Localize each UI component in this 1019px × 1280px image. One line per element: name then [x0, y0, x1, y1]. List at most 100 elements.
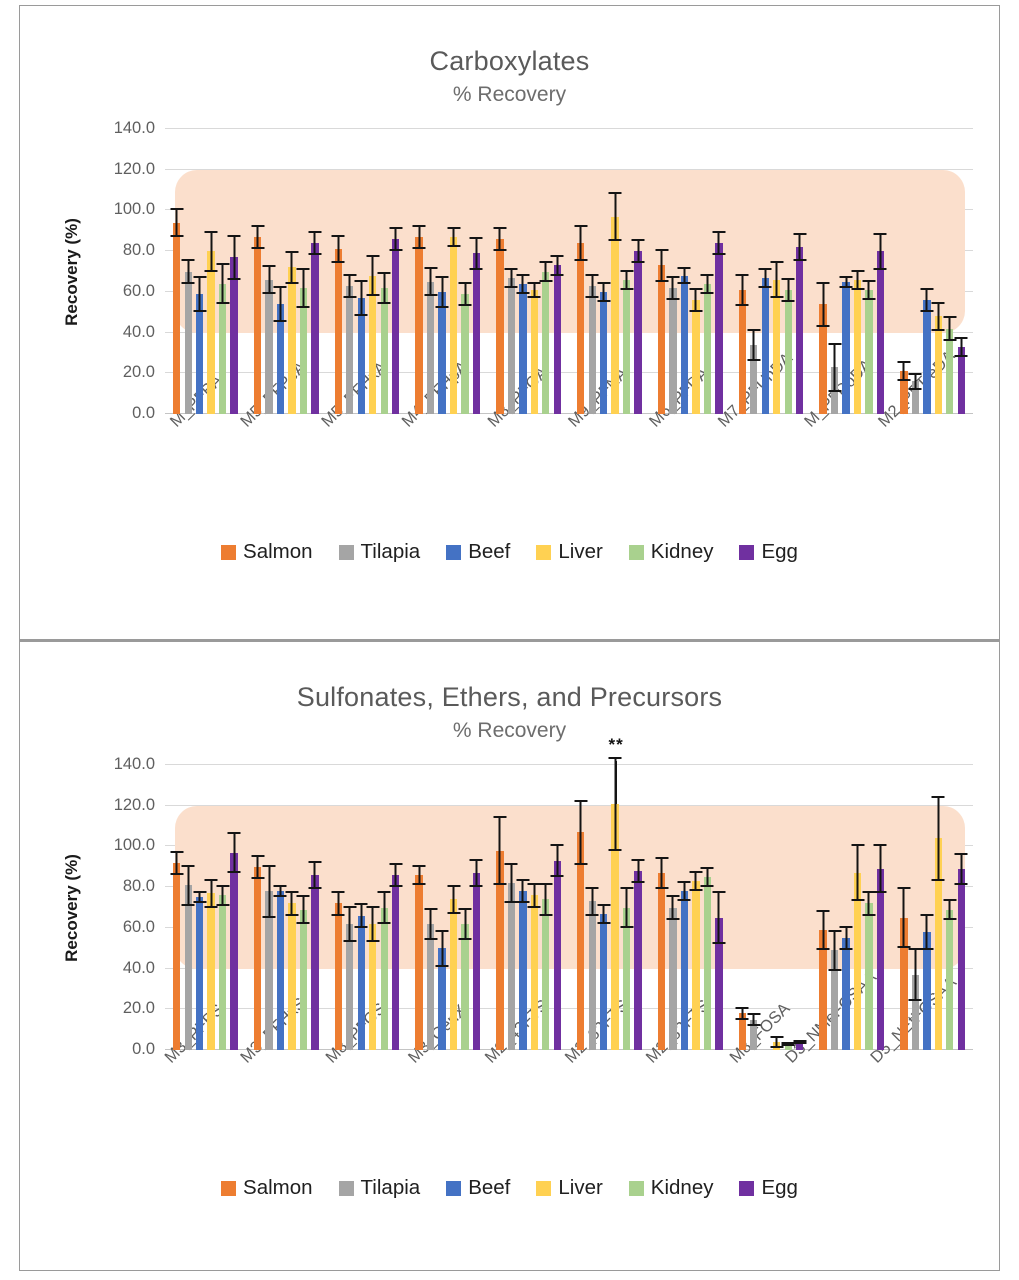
bar-liver[interactable]: [934, 316, 942, 415]
bar-salmon[interactable]: [334, 249, 342, 415]
bar-kidney[interactable]: [461, 293, 469, 415]
bar-tilapia[interactable]: [507, 277, 516, 415]
bar-liver[interactable]: [369, 923, 377, 1051]
bar-kidney[interactable]: [380, 287, 388, 415]
bar-beef[interactable]: [680, 891, 689, 1051]
bar-salmon[interactable]: [577, 832, 585, 1051]
bar-kidney[interactable]: [218, 895, 227, 1051]
bar-kidney[interactable]: [299, 909, 308, 1051]
bar-liver[interactable]: [692, 881, 700, 1051]
bar-egg[interactable]: [957, 346, 965, 415]
bar-liver[interactable]: [530, 895, 538, 1051]
bar-salmon[interactable]: [496, 850, 504, 1051]
bar-beef[interactable]: [761, 277, 769, 415]
bar-salmon[interactable]: [900, 371, 908, 415]
bar-liver[interactable]: [773, 279, 781, 415]
bar-kidney[interactable]: [461, 923, 469, 1051]
bar-egg[interactable]: [230, 257, 238, 415]
bar-liver[interactable]: [611, 216, 619, 415]
bar-beef[interactable]: [438, 291, 446, 415]
bar-egg[interactable]: [634, 870, 642, 1051]
bar-tilapia[interactable]: [669, 907, 677, 1051]
bar-kidney[interactable]: [946, 328, 954, 415]
bar-tilapia[interactable]: [265, 279, 273, 415]
bar-beef[interactable]: [357, 915, 365, 1051]
bar-beef[interactable]: [842, 281, 850, 415]
bar-egg[interactable]: [876, 251, 885, 415]
bar-tilapia[interactable]: [346, 923, 354, 1051]
bar-tilapia[interactable]: [184, 885, 192, 1051]
bar-beef[interactable]: [276, 891, 285, 1051]
bar-tilapia[interactable]: [830, 950, 839, 1051]
bar-egg[interactable]: [392, 238, 400, 415]
bar-tilapia[interactable]: [669, 287, 677, 415]
bar-beef[interactable]: [923, 300, 931, 415]
bar-salmon[interactable]: [819, 304, 827, 415]
bar-liver[interactable]: [288, 903, 296, 1051]
bar-egg[interactable]: [553, 860, 561, 1051]
bar-liver[interactable]: [773, 1041, 781, 1051]
bar-salmon[interactable]: [253, 866, 262, 1051]
bar-liver[interactable]: [853, 872, 862, 1051]
bar-egg[interactable]: [795, 1041, 804, 1051]
bar-kidney[interactable]: [380, 907, 388, 1051]
bar-beef[interactable]: [842, 938, 850, 1051]
bar-kidney[interactable]: [784, 1043, 792, 1051]
bar-egg[interactable]: [634, 251, 642, 415]
bar-salmon[interactable]: [738, 1013, 746, 1051]
bar-kidney[interactable]: [703, 877, 712, 1051]
bar-salmon[interactable]: [415, 874, 423, 1051]
bar-liver[interactable]: [207, 893, 215, 1051]
bar-salmon[interactable]: [819, 929, 827, 1051]
bar-egg[interactable]: [472, 872, 481, 1051]
bar-liver[interactable]: [369, 275, 377, 415]
bar-liver[interactable]: [530, 289, 538, 415]
bar-salmon[interactable]: [657, 265, 666, 415]
bar-kidney[interactable]: [865, 289, 873, 415]
bar-beef[interactable]: [519, 891, 527, 1051]
bar-tilapia[interactable]: [346, 285, 354, 415]
bar-tilapia[interactable]: [750, 344, 758, 415]
bar-salmon[interactable]: [173, 222, 181, 415]
bar-beef[interactable]: [680, 275, 689, 415]
bar-beef[interactable]: [923, 931, 931, 1051]
bar-kidney[interactable]: [946, 909, 954, 1051]
bar-tilapia[interactable]: [911, 381, 920, 415]
bar-liver[interactable]: [207, 251, 215, 415]
bar-salmon[interactable]: [577, 243, 585, 415]
bar-liver[interactable]: [449, 899, 458, 1051]
bar-kidney[interactable]: [622, 907, 631, 1051]
bar-egg[interactable]: [311, 874, 319, 1051]
bar-salmon[interactable]: [253, 236, 262, 415]
bar-kidney[interactable]: [784, 289, 792, 415]
bar-tilapia[interactable]: [507, 883, 516, 1051]
bar-salmon[interactable]: [173, 862, 181, 1051]
bar-kidney[interactable]: [865, 903, 873, 1051]
bar-kidney[interactable]: [703, 283, 712, 415]
bar-salmon[interactable]: [496, 238, 504, 415]
bar-liver[interactable]: [692, 300, 700, 415]
bar-beef[interactable]: [276, 304, 285, 415]
bar-salmon[interactable]: [415, 236, 423, 415]
bar-kidney[interactable]: [218, 283, 227, 415]
bar-egg[interactable]: [715, 243, 723, 415]
bar-tilapia[interactable]: [265, 891, 273, 1051]
bar-tilapia[interactable]: [184, 271, 192, 415]
bar-egg[interactable]: [957, 868, 965, 1051]
bar-tilapia[interactable]: [911, 974, 920, 1051]
bar-salmon[interactable]: [657, 872, 666, 1051]
bar-kidney[interactable]: [542, 899, 550, 1051]
bar-tilapia[interactable]: [426, 923, 435, 1051]
bar-salmon[interactable]: [900, 917, 908, 1051]
bar-beef[interactable]: [357, 298, 365, 415]
bar-egg[interactable]: [472, 253, 481, 415]
bar-tilapia[interactable]: [830, 367, 839, 415]
bar-kidney[interactable]: [622, 279, 631, 415]
bar-liver[interactable]: [611, 803, 619, 1051]
bar-tilapia[interactable]: [588, 285, 596, 415]
bar-liver[interactable]: [288, 267, 296, 415]
bar-liver[interactable]: [449, 236, 458, 415]
bar-tilapia[interactable]: [750, 1019, 758, 1051]
bar-beef[interactable]: [599, 291, 608, 415]
bar-tilapia[interactable]: [426, 281, 435, 415]
